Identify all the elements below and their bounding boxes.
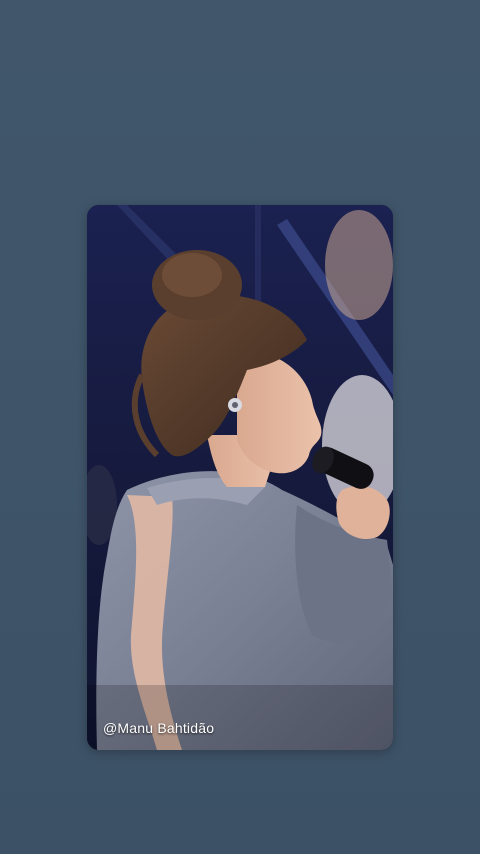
credit-caption: @Manu Bahtidão xyxy=(103,720,215,736)
story-screen: @Manu Bahtidão xyxy=(0,0,480,854)
story-photo xyxy=(87,205,393,750)
in-ear-monitor-icon xyxy=(228,398,242,412)
story-media-frame[interactable]: @Manu Bahtidão xyxy=(87,205,393,750)
